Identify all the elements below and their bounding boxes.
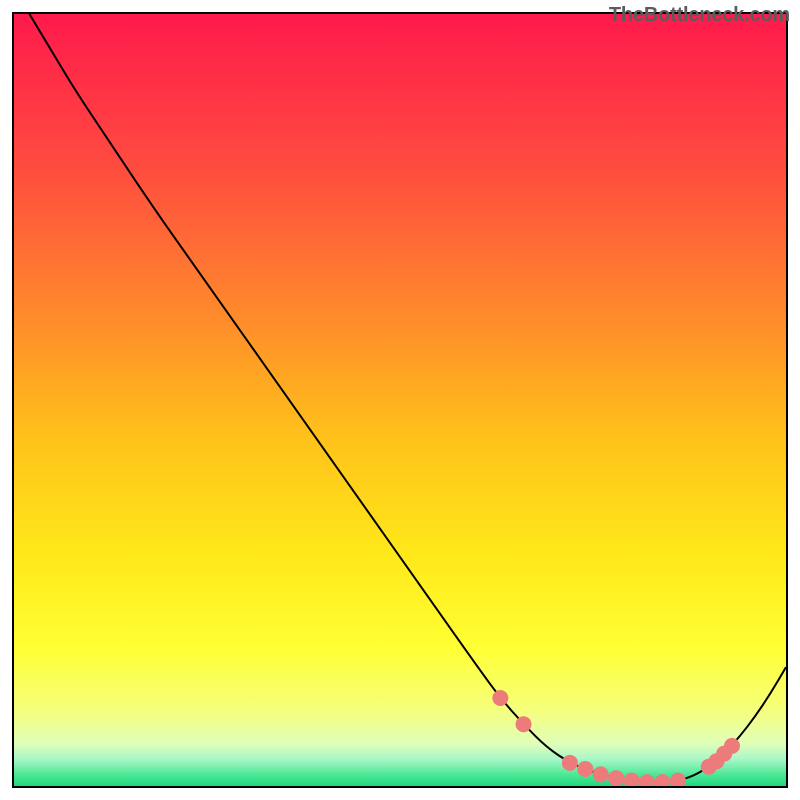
data-marker [593, 766, 609, 782]
data-marker [577, 761, 593, 777]
data-marker [516, 716, 532, 732]
data-marker [562, 755, 578, 771]
attribution-text: TheBottleneck.com [609, 4, 790, 27]
data-marker [492, 690, 508, 706]
chart-frame [12, 12, 788, 788]
gradient-background [14, 14, 786, 786]
data-marker [724, 738, 740, 754]
bottleneck-chart [14, 14, 786, 786]
data-marker [608, 770, 624, 786]
